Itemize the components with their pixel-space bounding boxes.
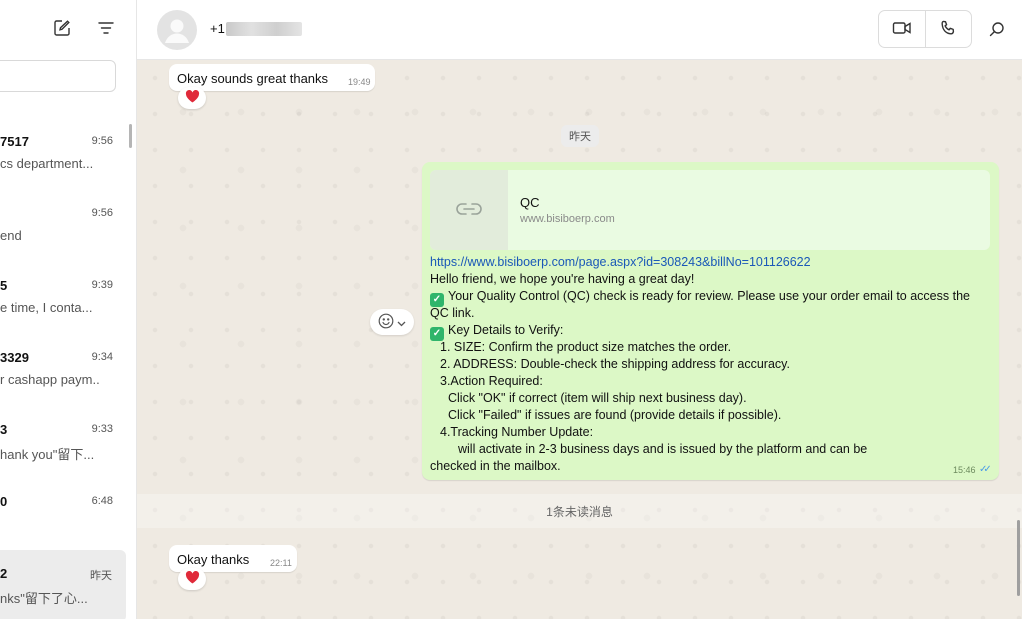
link-preview-domain: www.bisiboerp.com	[520, 213, 615, 225]
date-divider: 昨天	[561, 125, 599, 147]
chat-name: 3	[0, 422, 8, 437]
chat-preview: hank you"留下...	[0, 447, 95, 462]
chat-preview: r cashapp paym...	[0, 372, 100, 387]
chat-name: 3329	[0, 350, 29, 365]
link-preview-card[interactable]: QC www.bisiboerp.com	[430, 170, 990, 250]
link-preview-thumbnail	[430, 170, 508, 250]
chat-preview: cs department...	[0, 156, 94, 171]
chat-name: 0	[0, 494, 8, 509]
chat-list-item[interactable]: 3 9:33 hank you"留下...	[0, 406, 136, 478]
avatar[interactable]	[157, 10, 197, 50]
chat-preview: e time, I conta...	[0, 300, 93, 315]
message-link[interactable]: https://www.bisiboerp.com/page.aspx?id=3…	[430, 255, 811, 269]
chat-list: 7517 9:56 cs department... 9:56 end 5 9:…	[0, 118, 136, 619]
chat-header: +1	[137, 0, 1022, 60]
message-line: Click "OK" if correct (item will ship ne…	[448, 391, 747, 405]
link-icon	[456, 202, 482, 219]
chat-time: 9:39	[91, 279, 113, 291]
chat-name: 5	[0, 278, 8, 293]
chat-time: 9:56	[91, 135, 113, 147]
unread-divider: 1条未读消息	[137, 494, 1022, 528]
chat-time: 昨天	[90, 570, 112, 582]
react-button[interactable]	[370, 309, 414, 335]
chat-list-item[interactable]: 9:56 end	[0, 190, 136, 262]
message-reaction[interactable]	[178, 568, 206, 590]
search-icon[interactable]	[987, 19, 1007, 39]
outgoing-message[interactable]: QC www.bisiboerp.com https://www.bisiboe…	[422, 162, 999, 480]
filter-icon[interactable]	[96, 18, 116, 38]
message-text: Okay sounds great thanks	[177, 71, 329, 86]
message-time: 22:11	[270, 558, 292, 568]
chat-time: 9:34	[91, 351, 113, 363]
message-line: Key Details to Verify:	[448, 323, 564, 337]
chat-preview: end	[0, 228, 22, 243]
message-time: 19:49	[348, 77, 371, 87]
chat-time: 6:48	[91, 495, 113, 507]
chat-list-item[interactable]: 0 6:48	[0, 478, 136, 550]
message-line: 1. SIZE: Confirm the product size matche…	[440, 340, 732, 354]
chat-list-item[interactable]: 3329 9:34 r cashapp paym...	[0, 334, 136, 406]
chat-time: 9:33	[91, 423, 113, 435]
link-preview-title: QC	[520, 195, 540, 210]
message-line: 3.Action Required:	[440, 374, 543, 388]
message-line: 4.Tracking Number Update:	[440, 425, 594, 439]
message-line: Click "Failed" if issues are found (prov…	[448, 408, 782, 422]
chat-search-input[interactable]	[0, 60, 116, 92]
chat-list-item[interactable]: 5 9:39 e time, I conta...	[0, 262, 136, 334]
chat-list-item-selected[interactable]: 2 昨天 nks"留下了心...	[0, 550, 126, 619]
chevron-down-icon	[397, 315, 406, 330]
contact-name[interactable]: +1	[210, 21, 225, 36]
video-call-icon	[892, 20, 912, 39]
heart-reaction-icon	[185, 570, 200, 587]
phone-icon	[940, 20, 956, 39]
heart-reaction-icon	[185, 89, 200, 106]
message-time: 15:46	[953, 465, 976, 475]
chat-preview: nks"留下了心...	[0, 591, 88, 606]
call-button-group	[878, 10, 972, 48]
chat-name: 7517	[0, 134, 29, 149]
smiley-icon	[378, 313, 394, 332]
read-receipt-icon: ✓✓	[979, 464, 992, 475]
chat-name: 2	[0, 566, 8, 581]
message-line: Your Quality Control (QC) check is ready…	[448, 289, 970, 303]
video-call-button[interactable]	[879, 11, 925, 47]
message-line: will activate in 2-3 business days and i…	[458, 442, 868, 456]
message-line: checked in the mailbox.	[430, 459, 561, 473]
conversation-pane: +1 Okay sounds great thanks 19:49 昨天 QC …	[137, 0, 1022, 619]
message-line: 2. ADDRESS: Double-check the shipping ad…	[440, 357, 790, 371]
unread-divider-text: 1条未读消息	[546, 505, 613, 519]
redacted-name-blur	[226, 22, 302, 36]
chat-list-sidebar: 7517 9:56 cs department... 9:56 end 5 9:…	[0, 0, 137, 619]
voice-call-button[interactable]	[924, 11, 971, 47]
compose-icon[interactable]	[52, 18, 72, 38]
chat-list-item[interactable]: 7517 9:56 cs department...	[0, 118, 136, 190]
message-body: https://www.bisiboerp.com/page.aspx?id=3…	[430, 254, 990, 475]
message-reaction[interactable]	[178, 87, 206, 109]
chat-scrollbar[interactable]	[1017, 520, 1020, 596]
incoming-message[interactable]: Okay sounds great thanks 19:49	[169, 64, 375, 91]
message-line: QC link.	[430, 306, 475, 320]
sidebar-scrollbar[interactable]	[129, 124, 132, 148]
message-text: Okay thanks	[177, 552, 250, 567]
chat-time: 9:56	[91, 207, 113, 219]
message-line: Hello friend, we hope you're having a gr…	[430, 272, 695, 286]
